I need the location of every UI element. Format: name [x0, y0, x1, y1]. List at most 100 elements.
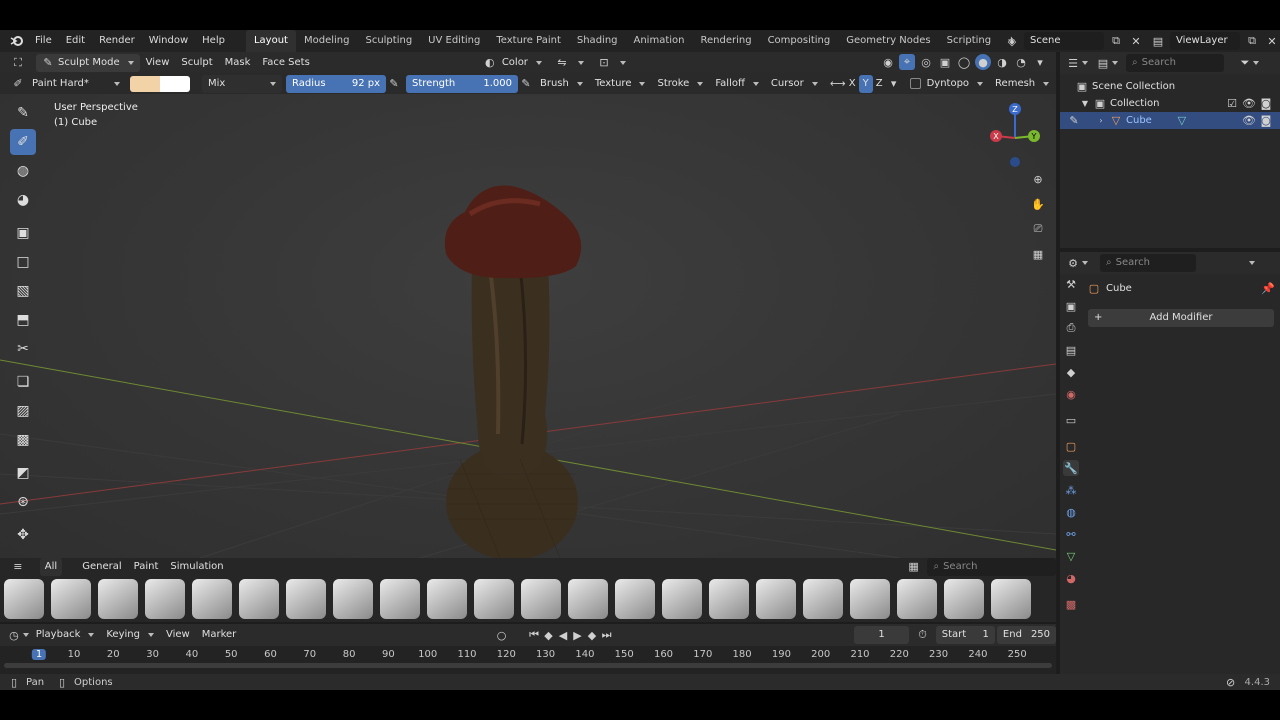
box-face-set-icon[interactable]: ▧ [10, 278, 36, 304]
timeline-editor-type-icon[interactable]: ◷ [8, 627, 30, 643]
tree-cube[interactable]: ✎ › ▽ Cube ▽ 👁 ◙ [1060, 112, 1280, 129]
color-filter-icon[interactable]: ▩ [10, 427, 36, 453]
mirror-z-toggle[interactable]: Z [873, 75, 886, 93]
mode-selector[interactable]: ✎ Sculpt Mode [36, 54, 140, 72]
brush-thumb-thumb[interactable] [944, 579, 984, 619]
outliner-search-input[interactable]: ⌕ Search [1126, 54, 1224, 72]
cube-render-camera-icon[interactable]: ◙ [1260, 113, 1272, 129]
tab-uv-editing[interactable]: UV Editing [420, 30, 488, 52]
remesh-menu[interactable]: Remesh [989, 75, 1055, 93]
brush-thumb-grab[interactable] [380, 579, 420, 619]
physics-tab-icon[interactable]: ◍ [1063, 504, 1079, 520]
brush-thumb-blob[interactable] [4, 579, 44, 619]
tab-rendering[interactable]: Rendering [692, 30, 759, 52]
brush-thumb-blur[interactable] [756, 579, 796, 619]
end-frame-field[interactable]: End 250 [996, 626, 1057, 644]
viewlayer-name-field[interactable]: ViewLayer [1170, 32, 1240, 50]
draw-brush-icon[interactable]: ✎ [10, 100, 36, 126]
tab-layout[interactable]: Layout [245, 30, 296, 52]
asset-tab-all[interactable]: All [39, 557, 63, 576]
brush-thumb-fill[interactable] [568, 579, 608, 619]
output-tab-icon[interactable]: ⎙ [1063, 320, 1079, 336]
expand-arrow-icon[interactable]: › [1096, 113, 1106, 129]
prev-keyframe-icon[interactable]: ◆ [541, 627, 556, 643]
visibility-icon[interactable]: ◉ [880, 54, 896, 70]
edit-face-set-icon[interactable]: ◩ [10, 460, 36, 486]
asset-tab-simulation[interactable]: Simulation [164, 558, 229, 576]
asset-tab-general[interactable]: General [76, 558, 127, 576]
line-project-icon[interactable]: ✂ [10, 336, 36, 362]
radius-pressure-icon[interactable]: ✎ [386, 76, 402, 92]
cube-visibility-eye-icon[interactable]: 👁 [1242, 113, 1256, 129]
3d-viewport[interactable]: User Perspective (1) Cube ✎ ✐ ◍ ◕ ▣ □ ▧ … [0, 94, 1056, 558]
collection-tab-icon[interactable]: ▭ [1063, 412, 1079, 428]
brush-thumb-inflate[interactable] [286, 579, 326, 619]
menu-sculpt[interactable]: Sculpt [175, 54, 218, 72]
brush-thumb-flatten[interactable] [521, 579, 561, 619]
mirror-x-toggle[interactable]: X [846, 75, 859, 93]
keying-menu[interactable]: Keying [100, 626, 160, 644]
render-tab-icon[interactable]: ▣ [1063, 298, 1079, 314]
properties-editor-type-icon[interactable]: ⚙ [1066, 255, 1090, 271]
navigation-gizmo[interactable]: Z Y X [982, 98, 1052, 168]
menu-window[interactable]: Window [142, 30, 195, 52]
brush-thumb-draw-sharp[interactable] [239, 579, 279, 619]
tab-animation[interactable]: Animation [626, 30, 693, 52]
scene-name-field[interactable]: Scene [1024, 32, 1104, 50]
stroke-menu[interactable]: Stroke [651, 75, 709, 93]
brush-menu[interactable]: Brush [534, 75, 589, 93]
viewlayer-selector[interactable]: ▤ ViewLayer ⧉ ✕ [1150, 32, 1280, 50]
object-tab-icon[interactable]: ▢ [1063, 438, 1079, 454]
brush-thumb-draw[interactable] [192, 579, 232, 619]
menu-help[interactable]: Help [195, 30, 232, 52]
asset-search-input[interactable]: ⌕ Search [927, 557, 1056, 576]
render-camera-icon[interactable]: ◙ [1260, 96, 1272, 112]
playback-menu[interactable]: Playback [30, 626, 101, 644]
strength-pressure-icon[interactable]: ✎ [518, 76, 534, 92]
particles-tab-icon[interactable]: ⁂ [1063, 482, 1079, 498]
zoom-icon[interactable]: ⊕ [1028, 170, 1048, 188]
brush-thumb-clay[interactable] [51, 579, 91, 619]
brush-thumb-smooth[interactable] [709, 579, 749, 619]
jump-end-icon[interactable]: ⏭ [599, 627, 614, 643]
brush-selector[interactable]: Paint Hard* [26, 75, 126, 93]
tab-sculpting[interactable]: Sculpting [357, 30, 420, 52]
timeline-view-menu[interactable]: View [160, 626, 196, 644]
tab-compositing[interactable]: Compositing [760, 30, 839, 52]
wireframe-shading-icon[interactable]: ◯ [956, 54, 972, 70]
menu-face-sets[interactable]: Face Sets [256, 54, 315, 72]
play-icon[interactable]: ▶ [570, 627, 585, 643]
brush-thumb-scrape[interactable] [615, 579, 655, 619]
texture-menu[interactable]: Texture [589, 75, 652, 93]
brush-thumb-snake-hook[interactable] [897, 579, 937, 619]
scene-pin-icon[interactable]: ⧉ [1108, 33, 1124, 49]
tab-scripting[interactable]: Scripting [939, 30, 999, 52]
brush-thumb-pose[interactable] [991, 579, 1031, 619]
box-mask-icon[interactable]: ▣ [10, 220, 36, 246]
tool-tab-icon[interactable]: ⚒ [1063, 276, 1079, 292]
properties-search-input[interactable]: ⌕ Search [1100, 254, 1196, 272]
gizmo-neg-z-axis[interactable] [1010, 157, 1020, 167]
add-modifier-button[interactable]: + Add Modifier [1088, 309, 1274, 327]
solid-shading-icon[interactable]: ● [975, 54, 991, 70]
modifier-tab-icon[interactable]: 🔧 [1063, 460, 1079, 476]
overlay-icon[interactable]: ◎ [918, 54, 934, 70]
pin-icon[interactable]: 📌 [1261, 281, 1275, 297]
jump-start-icon[interactable]: ⏮ [527, 627, 542, 643]
strength-slider[interactable]: Strength 1.000 [406, 74, 518, 93]
material-tab-icon[interactable]: ◕ [1063, 570, 1079, 586]
asset-display-icon[interactable]: ▦ [906, 559, 922, 575]
texture-tab-icon[interactable]: ▩ [1063, 596, 1079, 612]
tab-shading[interactable]: Shading [569, 30, 626, 52]
scene-close-icon[interactable]: ✕ [1128, 33, 1144, 49]
tab-modeling[interactable]: Modeling [296, 30, 358, 52]
menu-file[interactable]: File [28, 30, 59, 52]
brush-thumb-pinch[interactable] [474, 579, 514, 619]
camera-view-icon[interactable]: ⎚ [1028, 220, 1048, 238]
menu-mask[interactable]: Mask [219, 54, 257, 72]
viewlayer-close-icon[interactable]: ✕ [1264, 33, 1280, 49]
pan-hand-icon[interactable]: ✋ [1028, 195, 1048, 213]
radius-slider[interactable]: Radius 92 px [286, 74, 386, 93]
brush-thumb-smear[interactable] [850, 579, 890, 619]
start-frame-field[interactable]: Start 1 [935, 626, 995, 644]
